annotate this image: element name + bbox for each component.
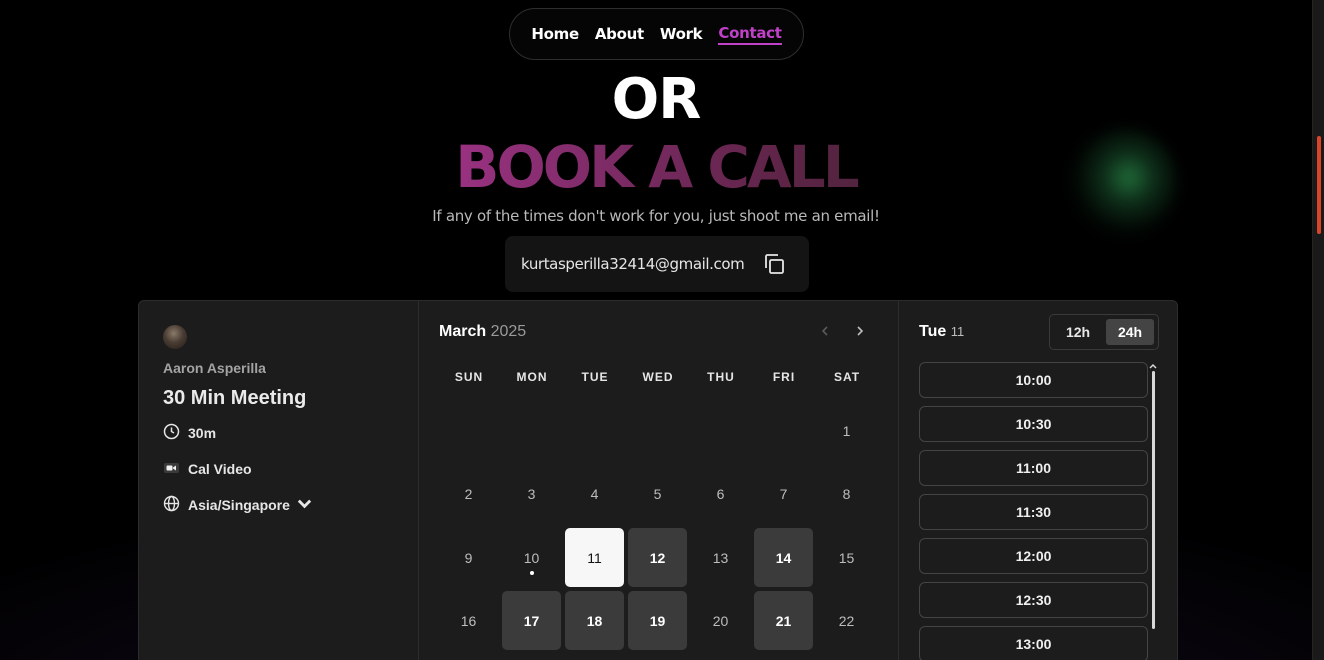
chevron-left-icon[interactable] — [815, 321, 835, 341]
weekday-header: THU — [707, 370, 735, 384]
year-name: 2025 — [490, 323, 527, 340]
top-nav: Home About Work Contact — [509, 8, 804, 60]
globe-icon — [163, 495, 180, 515]
book-a-call-heading: BOOK A CALL — [0, 134, 1312, 200]
timezone-selector[interactable]: Asia/Singapore — [163, 495, 313, 515]
time-format-toggle: 12h 24h — [1049, 314, 1159, 350]
location-row: Cal Video — [163, 459, 252, 479]
calendar-day: 16 — [460, 612, 477, 629]
calendar-day: 10 — [502, 528, 561, 587]
calendar-day-available[interactable]: 12 — [628, 528, 687, 587]
copy-icon[interactable] — [761, 251, 787, 277]
time-slot-button[interactable]: 13:00 — [919, 626, 1148, 660]
clock-icon — [163, 423, 180, 443]
email-address: kurtasperilla32414@gmail.com — [521, 255, 745, 273]
selected-weekday: Tue — [919, 323, 947, 340]
month-name: March — [439, 323, 487, 340]
calendar-day-available[interactable]: 14 — [754, 528, 813, 587]
chevron-up-icon[interactable] — [1148, 359, 1158, 369]
calendar-day: 5 — [653, 485, 662, 502]
nav-contact-link[interactable]: Contact — [718, 24, 782, 45]
time-slot-button[interactable]: 11:30 — [919, 494, 1148, 530]
video-camera-icon — [163, 459, 180, 479]
time-slot-button[interactable]: 12:30 — [919, 582, 1148, 618]
format-24h-button[interactable]: 24h — [1106, 319, 1154, 345]
host-avatar — [163, 325, 187, 349]
weekday-header: TUE — [581, 370, 609, 384]
selected-day-label: Tue 11 — [919, 323, 964, 341]
calendar-day-selected[interactable]: 11 — [565, 528, 624, 587]
calendar-day-available[interactable]: 17 — [502, 591, 561, 650]
calendar-day: 4 — [590, 485, 599, 502]
weekday-header: WED — [642, 370, 674, 384]
page-scrollbar-thumb[interactable] — [1317, 136, 1321, 234]
calendar-day-available[interactable]: 19 — [628, 591, 687, 650]
time-slot-button[interactable]: 12:00 — [919, 538, 1148, 574]
nav-home-link[interactable]: Home — [531, 25, 579, 43]
email-box: kurtasperilla32414@gmail.com — [505, 236, 809, 292]
calendar-day: 3 — [527, 485, 536, 502]
email-hint-text: If any of the times don't work for you, … — [432, 207, 880, 225]
duration-row: 30m — [163, 423, 216, 443]
weekday-header: MON — [516, 370, 548, 384]
month-label: March 2025 — [439, 323, 526, 341]
weekday-header: SAT — [833, 370, 861, 384]
calendar-day: 6 — [716, 485, 725, 502]
calendar-day: 22 — [838, 612, 855, 629]
calendar-day: 7 — [779, 485, 788, 502]
booking-widget: Aaron Asperilla 30 Min Meeting 30m Cal V… — [138, 300, 1178, 660]
format-12h-button[interactable]: 12h — [1054, 319, 1102, 345]
duration-text: 30m — [188, 425, 217, 441]
time-slot-button[interactable]: 11:00 — [919, 450, 1148, 486]
calendar-day: 20 — [712, 612, 729, 629]
event-title: 30 Min Meeting — [163, 387, 307, 409]
host-name: Aaron Asperilla — [163, 360, 266, 376]
timezone-text: Asia/Singapore — [188, 497, 290, 513]
calendar-panel: March 2025 SUN MON TUE WED THU FRI SAT 1 2 3 4 5 6 7 8… — [419, 301, 899, 660]
calendar-day: 8 — [842, 485, 851, 502]
page: Home About Work Contact OR BOOK A CALL I… — [0, 0, 1312, 660]
selected-day-number: 11 — [950, 324, 965, 339]
calendar-day: 2 — [464, 485, 473, 502]
chevron-right-icon[interactable] — [850, 321, 870, 341]
event-info-panel: Aaron Asperilla 30 Min Meeting 30m Cal V… — [139, 301, 419, 660]
or-heading: OR — [611, 67, 702, 132]
calendar-day: 15 — [838, 549, 855, 566]
calendar-day-available[interactable]: 21 — [754, 591, 813, 650]
calendar-day-available[interactable]: 18 — [565, 591, 624, 650]
calendar-day: 13 — [712, 549, 729, 566]
page-scrollbar[interactable] — [1312, 0, 1324, 660]
calendar-day: 1 — [842, 422, 851, 439]
weekday-header: FRI — [772, 370, 796, 384]
location-text: Cal Video — [188, 461, 252, 477]
slots-scrollbar[interactable] — [1152, 371, 1155, 629]
time-slot-button[interactable]: 10:00 — [919, 362, 1148, 398]
calendar-day: 9 — [464, 549, 473, 566]
chevron-down-icon — [296, 495, 313, 515]
weekday-header: SUN — [454, 370, 484, 384]
nav-work-link[interactable]: Work — [660, 25, 703, 43]
nav-about-link[interactable]: About — [595, 25, 644, 43]
time-slots-panel: Tue 11 12h 24h 10:00 10:30 11:00 11:30 12:00… — [899, 301, 1179, 660]
time-slot-button[interactable]: 10:30 — [919, 406, 1148, 442]
